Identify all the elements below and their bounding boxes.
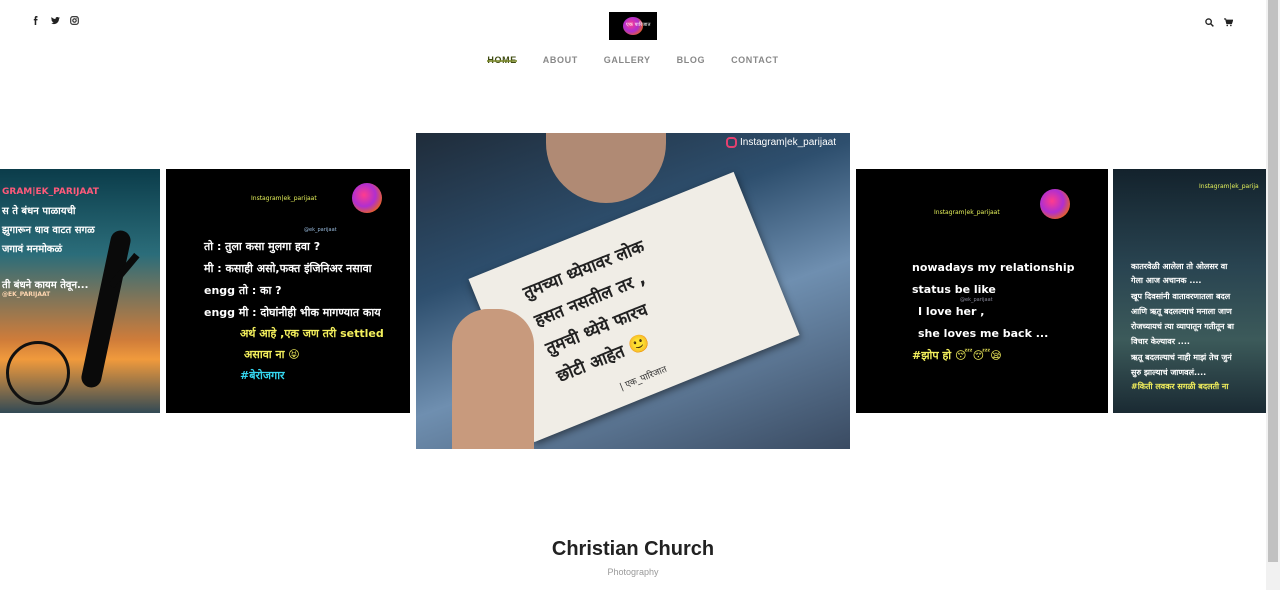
gallery-card-1[interactable]: GRAM|EK_PARIJAAT स ते बंधन पाळायची झुगार…	[0, 169, 160, 413]
instagram-icon[interactable]	[70, 14, 79, 26]
card1-tag: @EK_PARIJAAT	[2, 291, 51, 298]
card2-line: अर्थ आहे ,एक जण तरी settled	[240, 327, 384, 340]
nav-contact[interactable]: CONTACT	[731, 55, 779, 65]
gallery-card-4[interactable]: Instagram|ek_parijaat nowadays my relati…	[856, 169, 1108, 413]
card5-hashtag: #किती लवकर सगळी बदलती ना	[1131, 382, 1229, 391]
gallery-card-2[interactable]: Instagram|ek_parijaat तो : तुला कसा मुलग…	[166, 169, 410, 413]
search-icon[interactable]	[1205, 14, 1214, 32]
card5-line: ऋतू बदलल्याचं नाही माझं तेच जुनं	[1131, 353, 1232, 362]
main-nav: HOME ABOUT GALLERY BLOG CONTACT	[0, 55, 1266, 65]
scrollbar-thumb[interactable]	[1268, 0, 1278, 562]
card5-handle: Instagram|ek_parija	[1199, 183, 1259, 190]
card5-line: विचार केल्यावर ....	[1131, 337, 1190, 346]
card5-line: रोजच्यायचं त्या व्यापातून गतीतून बा	[1131, 322, 1234, 331]
card5-line: सुरु झाल्याचं जाणवलं....	[1131, 368, 1207, 377]
knee-hole	[546, 133, 666, 203]
card3-handle: Instagram|ek_parijaat	[740, 137, 836, 149]
card2-hashtag: #बेरोजगार	[240, 369, 285, 382]
card2-small-handle: @ek_parijaat	[304, 227, 337, 233]
gallery-subtitle: Photography	[607, 567, 659, 577]
card1-line: ती बंधने कायम तेवून...	[2, 280, 89, 291]
card1-line: जगावं मनमोकळं	[2, 244, 63, 255]
card2-line: तो : तुला कसा मुलगा हवा ?	[204, 240, 321, 253]
bicycle-wheel	[6, 341, 70, 405]
card1-handle: GRAM|EK_PARIJAAT	[2, 187, 99, 197]
card1-line: झुगारून धाव वाटत सगळ	[2, 225, 95, 236]
card3-handle-wrap: Instagram|ek_parijaat	[726, 137, 836, 148]
card4-line: she loves me back ...	[918, 327, 1049, 340]
nav-gallery[interactable]: GALLERY	[604, 55, 651, 65]
nav-blog[interactable]: BLOG	[677, 55, 705, 65]
card2-line: मी : कसाही असो,फक्त इंजिनिअर नसावा	[204, 262, 372, 275]
nav-about[interactable]: ABOUT	[543, 55, 578, 65]
card2-line: असावा ना 😝	[244, 348, 300, 361]
social-links	[32, 14, 79, 26]
card4-line: I love her ,	[918, 305, 985, 318]
card4-line: nowadays my relationship	[912, 261, 1075, 274]
card5-line: गेला आज अचानक ....	[1131, 276, 1202, 285]
facebook-icon[interactable]	[32, 14, 41, 26]
card2-line: engg मी : दोघांनीही भीक मागण्यात काय	[204, 306, 381, 319]
card5-line: खूप दिवसांनी वातावरणातला बदल	[1131, 292, 1231, 301]
card2-line: engg तो : का ?	[204, 284, 282, 297]
card4-handle: Instagram|ek_parijaat	[934, 209, 1000, 216]
twitter-icon[interactable]	[51, 14, 60, 26]
gallery-card-featured[interactable]: Instagram|ek_parijaat तुमच्या ध्येयावर ल…	[416, 133, 850, 449]
cart-icon[interactable]	[1224, 14, 1234, 32]
card1-line: स ते बंधन पाळायची	[2, 206, 76, 217]
card2-handle: Instagram|ek_parijaat	[251, 195, 317, 202]
silhouette-figure	[79, 228, 133, 390]
gallery-card-5[interactable]: Instagram|ek_parija कातरवेळी आलेला तो ओल…	[1113, 169, 1266, 413]
card4-small-handle: @ek_parijaat	[960, 297, 993, 303]
nav-home[interactable]: HOME	[487, 55, 518, 65]
card4-line: status be like	[912, 283, 996, 296]
gallery-title: Christian Church	[551, 538, 715, 560]
header-tools	[1205, 14, 1234, 32]
site-logo[interactable]: एक पारिजात	[609, 12, 657, 40]
quote-signature: | एक_पारिजात	[618, 364, 669, 393]
instagram-logo-icon	[352, 183, 382, 213]
logo-text: एक पारिजात	[626, 22, 651, 28]
card5-line: आणि ऋतू बदलल्याचं मनाला जाण	[1131, 307, 1232, 316]
page-scrollbar[interactable]	[1266, 0, 1280, 590]
instagram-logo-icon	[1040, 189, 1070, 219]
thumb	[452, 309, 534, 449]
card5-line: कातरवेळी आलेला तो ओलसर वा	[1131, 262, 1228, 271]
instagram-icon	[726, 137, 737, 148]
card4-hashtag: #झोप हो 😴😴😪	[912, 349, 1002, 362]
